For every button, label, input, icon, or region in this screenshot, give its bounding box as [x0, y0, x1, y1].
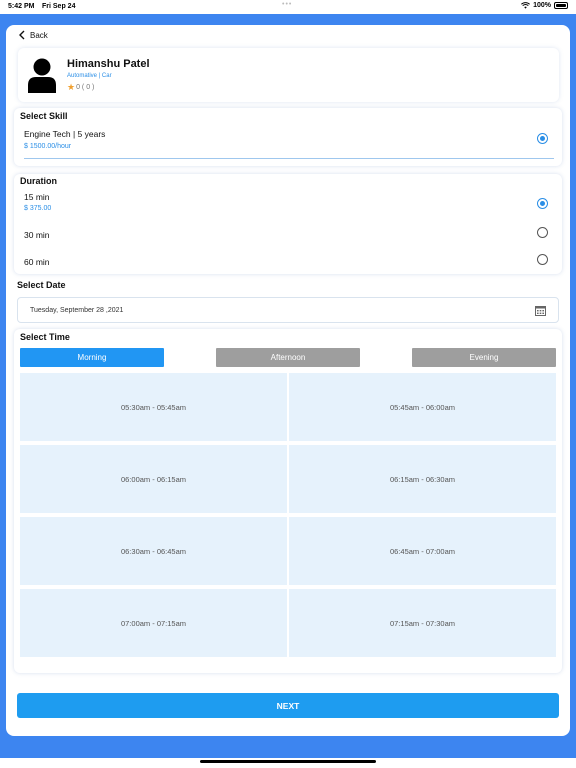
calendar-icon[interactable]	[535, 306, 546, 316]
duration-60-radio[interactable]	[537, 254, 548, 265]
select-date-title: Select Date	[17, 280, 66, 290]
back-button[interactable]: Back	[18, 30, 48, 40]
battery-icon	[554, 2, 568, 9]
status-time: 5:42 PM	[8, 3, 35, 10]
provider-name: Himanshu Patel	[67, 58, 150, 70]
multitasking-dots-icon: •••	[282, 1, 293, 8]
tab-morning[interactable]: Morning	[20, 348, 164, 367]
avatar-icon	[28, 58, 56, 93]
time-slot[interactable]: 07:15am - 07:30am	[289, 589, 556, 657]
tab-evening[interactable]: Evening	[412, 348, 556, 367]
duration-option-price: $ 375.00	[24, 205, 52, 212]
battery-percent: 100%	[533, 2, 551, 9]
next-button[interactable]: NEXT	[17, 693, 559, 718]
time-slot[interactable]: 06:15am - 06:30am	[289, 445, 556, 513]
wifi-icon	[521, 2, 531, 9]
tab-afternoon[interactable]: Afternoon	[216, 348, 360, 367]
duration-option-label: 30 min	[24, 230, 50, 240]
star-icon: ★	[67, 82, 76, 92]
duration-option-label: 60 min	[24, 257, 50, 267]
duration-section: Duration 15 min $ 375.00 30 min 60 min	[14, 174, 562, 274]
time-slot[interactable]: 05:45am - 06:00am	[289, 373, 556, 441]
select-time-section: Select Time Morning Afternoon Evening 05…	[14, 329, 562, 673]
duration-option-label: 15 min	[24, 192, 50, 202]
select-time-title: Select Time	[20, 332, 70, 342]
rating-value: 0 ( 0 )	[76, 84, 95, 91]
select-skill-section: Select Skill Engine Tech | 5 years $ 150…	[14, 108, 562, 166]
duration-15-radio[interactable]	[537, 198, 548, 209]
time-slot[interactable]: 07:00am - 07:15am	[20, 589, 287, 657]
skill-divider	[24, 158, 554, 159]
skill-radio[interactable]	[537, 133, 548, 144]
skill-price: $ 1500.00/hour	[24, 143, 72, 150]
date-value: Tuesday, September 28 ,2021	[30, 307, 124, 314]
provider-rating: ★ 0 ( 0 )	[67, 82, 94, 93]
provider-profile-card: Himanshu Patel Automative | Car ★ 0 ( 0 …	[18, 48, 559, 102]
status-bar: 5:42 PM Fri Sep 24 ••• 100%	[0, 0, 576, 14]
status-date: Fri Sep 24	[42, 3, 76, 10]
time-slot[interactable]: 06:30am - 06:45am	[20, 517, 287, 585]
provider-category: Automative | Car	[67, 73, 112, 79]
time-slot[interactable]: 06:45am - 07:00am	[289, 517, 556, 585]
duration-title: Duration	[20, 176, 57, 186]
home-indicator	[200, 760, 376, 763]
select-skill-title: Select Skill	[20, 111, 68, 121]
date-field[interactable]: Tuesday, September 28 ,2021	[17, 297, 559, 323]
skill-name: Engine Tech | 5 years	[24, 129, 106, 139]
time-slot[interactable]: 05:30am - 05:45am	[20, 373, 287, 441]
duration-30-radio[interactable]	[537, 227, 548, 238]
chevron-left-icon	[19, 30, 25, 40]
status-right: 100%	[521, 2, 568, 9]
time-slot[interactable]: 06:00am - 06:15am	[20, 445, 287, 513]
back-label: Back	[30, 30, 48, 40]
